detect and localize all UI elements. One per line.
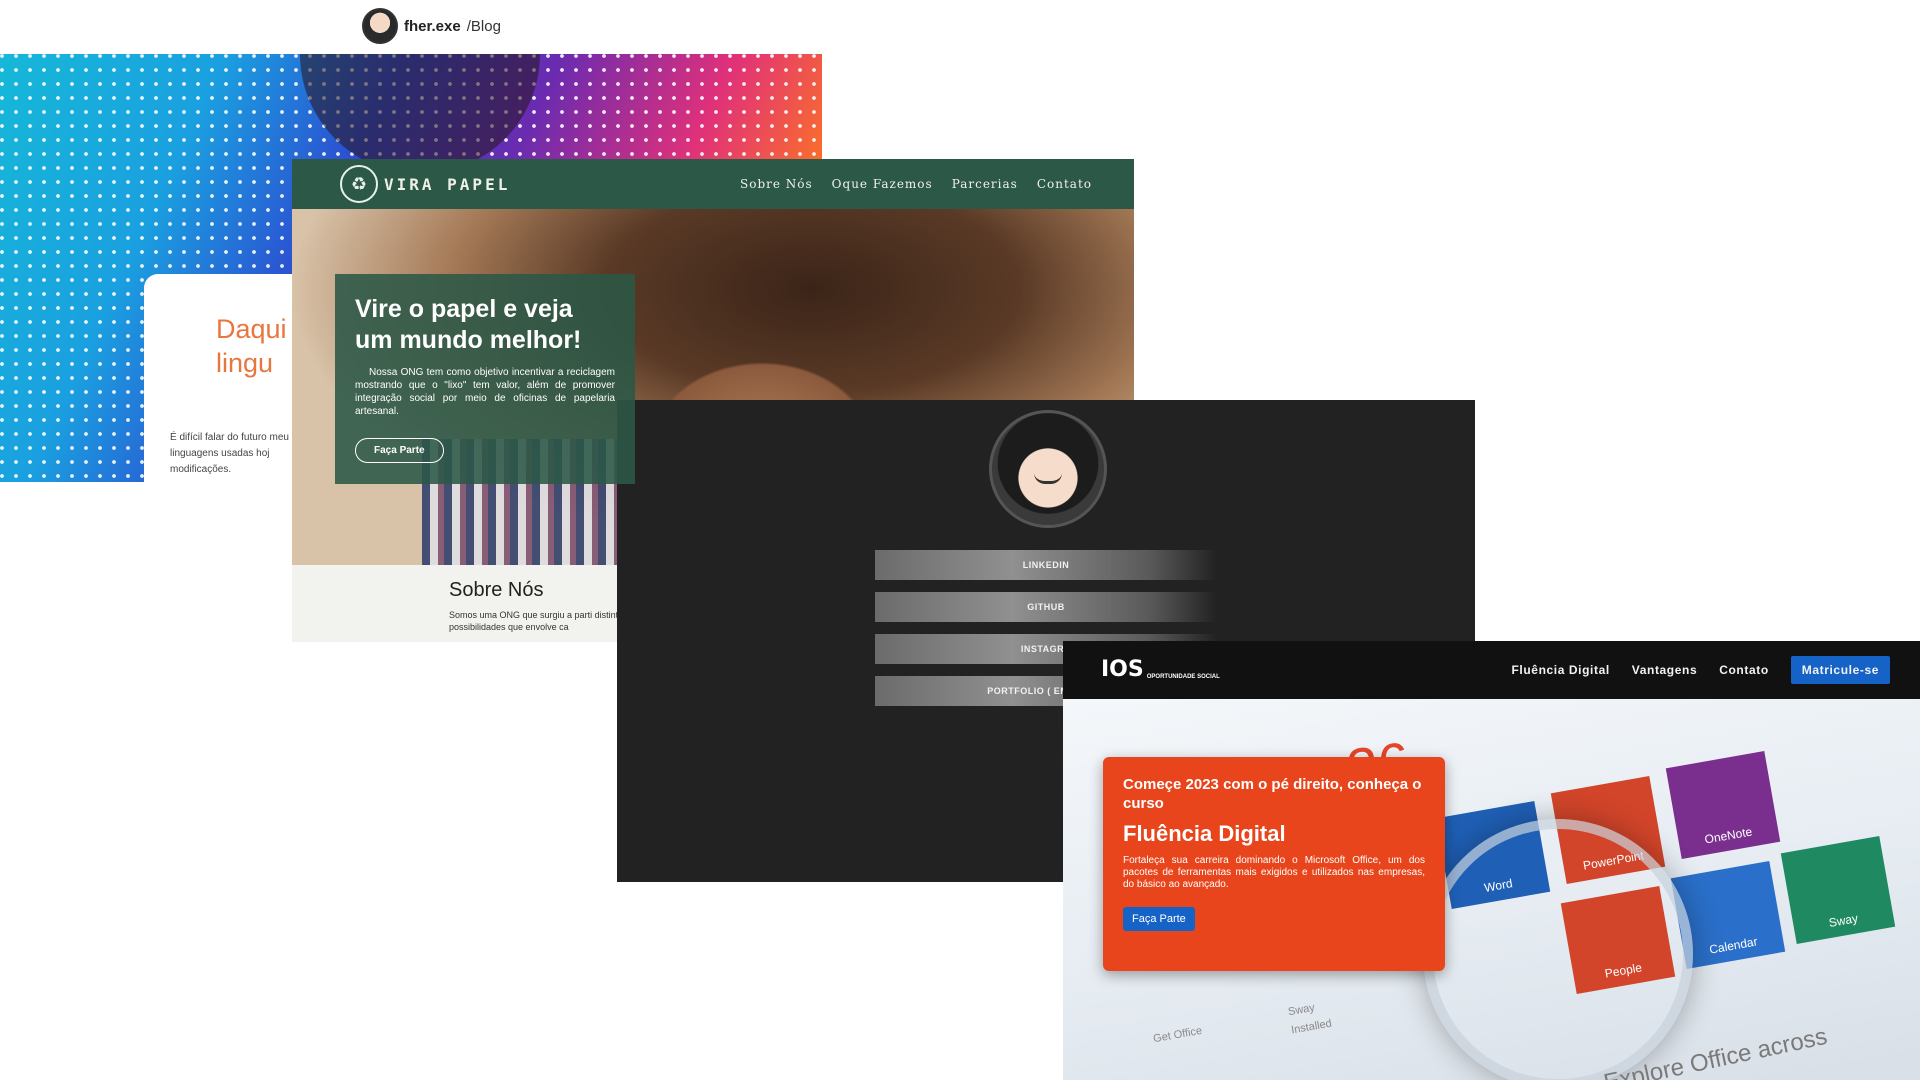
matricule-se-button[interactable]: Matricule-se [1790, 656, 1890, 684]
nav-item-parcerias[interactable]: Parcerias [952, 177, 1018, 191]
ios-fluencia-site: IOS OPORTUNIDADE SOCIAL Fluência Digital… [1063, 641, 1920, 1080]
ios-logo[interactable]: IOS OPORTUNIDADE SOCIAL [1101, 659, 1220, 681]
blog-brand[interactable]: fher.exe [404, 18, 461, 35]
nav-item-contato[interactable]: Contato [1719, 663, 1769, 677]
onenote-tile: OneNote [1665, 751, 1781, 859]
portfolio-collage: fher.exe /Blog Daqui lingu É difícil fal… [0, 0, 1920, 1080]
blog-hero-title: Daqui lingu [216, 314, 287, 378]
ios-card-title: Fluência Digital [1123, 821, 1286, 846]
bg-caption-get-office: Get Office [1152, 1024, 1203, 1046]
vira-papel-hero-box: Vire o papel e veja um mundo melhor! Nos… [335, 274, 635, 484]
nav-item-contato[interactable]: Contato [1037, 177, 1092, 191]
nav-item-sobre-nos[interactable]: Sobre Nós [740, 177, 813, 191]
ios-card-text: Fortaleça sua carreira dominando o Micro… [1123, 855, 1425, 890]
bg-caption-sway: Sway [1287, 1001, 1316, 1019]
sway-tile: Sway [1780, 836, 1896, 944]
blog-hero-text: É difícil falar do futuro meu as linguag… [170, 432, 303, 475]
recycle-globe-icon: ♻ [340, 165, 378, 203]
avatar [362, 8, 398, 44]
vira-papel-navbar: ♻ VIRA PAPEL Sobre Nós Oque Fazemos Parc… [292, 159, 1134, 209]
bg-caption-installed: Installed [1290, 1017, 1333, 1037]
vira-papel-menu: Sobre Nós Oque Fazemos Parcerias Contato [740, 177, 1092, 191]
blog-header: fher.exe /Blog [362, 8, 501, 44]
vira-papel-hero-title: Vire o papel e veja um mundo melhor! [355, 295, 582, 354]
avatar [989, 410, 1107, 528]
vira-papel-logo-text: VIRA PAPEL [384, 174, 511, 194]
about-title: Sobre Nós [449, 579, 544, 601]
vira-papel-logo[interactable]: ♻ VIRA PAPEL [340, 165, 510, 203]
github-link[interactable]: GITHUB [875, 592, 1217, 622]
nav-item-fluencia-digital[interactable]: Fluência Digital [1512, 663, 1610, 677]
vira-papel-hero-text: Nossa ONG tem como objetivo incentivar a… [355, 367, 615, 417]
nav-item-oque-fazemos[interactable]: Oque Fazemos [832, 177, 933, 191]
linkedin-link[interactable]: LINKEDIN [875, 550, 1217, 580]
magnifier-icon [1423, 819, 1693, 1080]
ios-logo-subtext: OPORTUNIDADE SOCIAL [1146, 674, 1220, 680]
faca-parte-button[interactable]: Faça Parte [355, 438, 444, 463]
faca-parte-button[interactable]: Faça Parte [1123, 907, 1195, 931]
ios-logo-text: IOS [1101, 657, 1144, 682]
nav-item-vantagens[interactable]: Vantagens [1632, 663, 1697, 677]
ios-navbar: IOS OPORTUNIDADE SOCIAL Fluência Digital… [1063, 641, 1920, 699]
ios-menu: Fluência Digital Vantagens Contato Matri… [1512, 656, 1890, 684]
breadcrumb[interactable]: /Blog [467, 18, 501, 35]
ios-card-subtitle: Começe 2023 com o pé direito, conheça o … [1123, 776, 1422, 812]
ios-hero-card: Começe 2023 com o pé direito, conheça o … [1103, 757, 1445, 971]
